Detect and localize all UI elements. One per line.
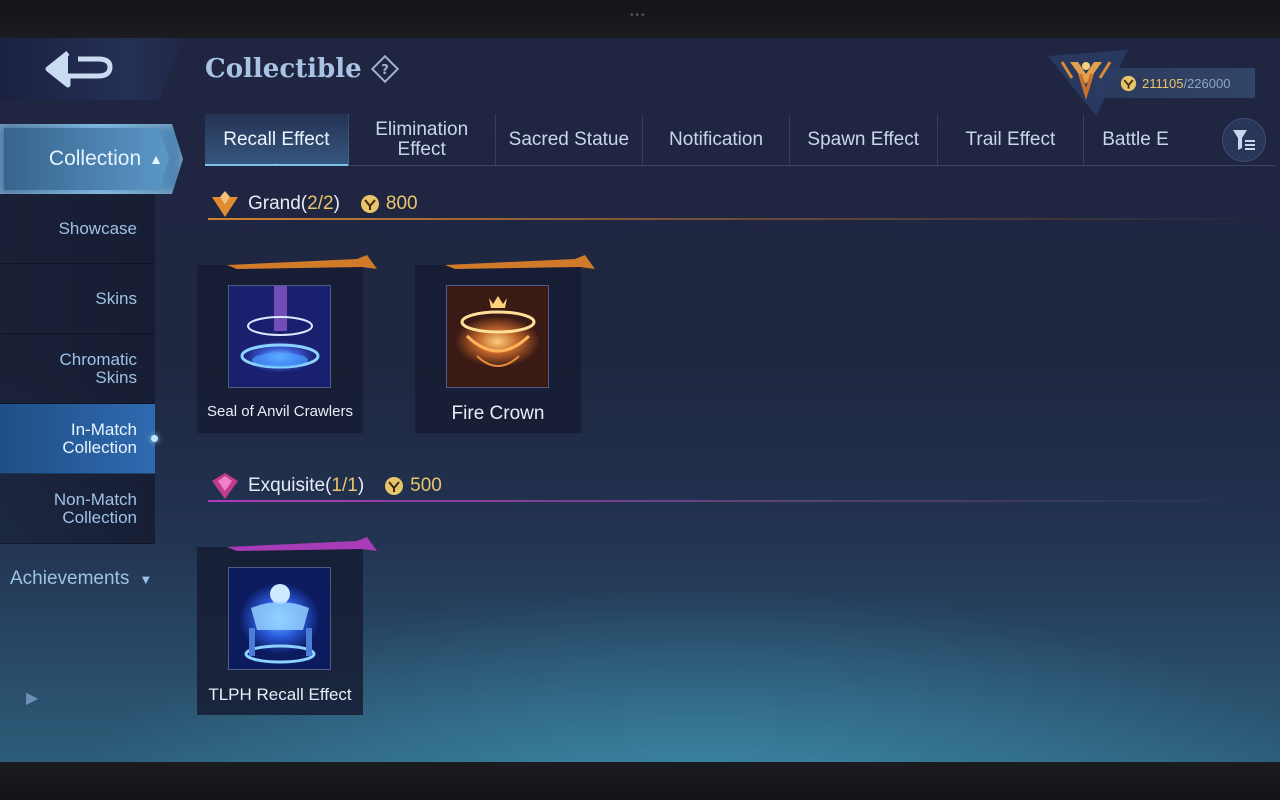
collectible-name: Seal of Anvil Crawlers [207, 403, 353, 420]
sidebar-item-showcase[interactable]: Showcase [0, 194, 155, 264]
coin-icon [385, 477, 404, 495]
collectible-card[interactable]: Seal of Anvil Crawlers [197, 255, 377, 433]
grand-tier-icon [212, 191, 238, 217]
sidebar-item-non-match-collection[interactable]: Non-Match Collection [0, 474, 155, 544]
section-title-exquisite: Exquisite(1/1) [248, 475, 365, 496]
collectible-card[interactable]: TLPH Recall Effect [197, 537, 377, 715]
tab-trail-effect[interactable]: Trail Effect [938, 114, 1085, 166]
collectible-thumbnail [446, 285, 549, 388]
grand-ribbon-icon [227, 255, 377, 269]
exquisite-tier-icon [212, 473, 238, 499]
tab-notification[interactable]: Notification [643, 114, 790, 166]
device-bezel-top: ••• [0, 0, 1280, 38]
help-icon[interactable]: ? [370, 54, 400, 84]
game-screen: Collection ▲ Showcase Skins Chromatic Sk… [0, 38, 1280, 762]
play-icon[interactable]: ▶ [26, 688, 38, 708]
filter-icon [1233, 130, 1255, 150]
tab-battle-emote[interactable]: Battle E [1084, 114, 1200, 166]
tab-sacred-statue[interactable]: Sacred Statue [496, 114, 644, 166]
collectible-card[interactable]: Fire Crown [415, 255, 595, 433]
page-title: Collectible [205, 54, 362, 84]
rank-badge-icon [1048, 50, 1128, 116]
sidebar-achievements-label: Achievements [10, 568, 130, 589]
section-header-grand: Grand(2/2) 800 [208, 186, 1268, 222]
tab-divider [205, 165, 1275, 166]
chevron-down-icon: ▼ [139, 571, 153, 587]
device-bezel-bottom [0, 762, 1280, 800]
section-price-grand: 800 [385, 193, 418, 214]
section-header-exquisite: Exquisite(1/1) 500 [208, 468, 1268, 504]
sidebar-collection-label: Collection [48, 147, 142, 170]
section-price-exquisite: 500 [410, 475, 442, 496]
back-arrow-icon [45, 51, 112, 88]
grand-ribbon-icon [445, 255, 595, 269]
sidebar-item-chromatic-skins[interactable]: Chromatic Skins [0, 334, 155, 404]
svg-text:?: ? [381, 63, 389, 78]
tab-bar: Recall Effect Elimination Effect Sacred … [205, 114, 1200, 166]
sidebar-achievements[interactable]: Achievements ▼ [0, 544, 185, 614]
filter-button[interactable] [1222, 118, 1266, 162]
tab-spawn-effect[interactable]: Spawn Effect [790, 114, 938, 166]
sidebar-item-skins[interactable]: Skins [0, 264, 155, 334]
collectible-name: TLPH Recall Effect [208, 685, 352, 704]
tab-elimination-effect[interactable]: Elimination Effect [349, 114, 496, 166]
exquisite-ribbon-icon [227, 537, 377, 551]
chevron-up-icon: ▲ [149, 151, 163, 167]
collectible-thumbnail [228, 567, 331, 670]
collectible-thumbnail [228, 285, 331, 388]
back-button[interactable] [0, 38, 185, 100]
coin-icon [360, 195, 379, 213]
section-title-grand: Grand(2/2) [248, 193, 340, 214]
collectible-name: Fire Crown [451, 403, 545, 424]
sidebar-collection-tab[interactable]: Collection ▲ [0, 124, 183, 194]
sidebar-item-in-match-collection[interactable]: In-Match Collection [0, 404, 158, 474]
tab-recall-effect[interactable]: Recall Effect [205, 114, 349, 166]
currency-max: /226000 [1183, 75, 1231, 91]
currency-current: 211105 [1142, 75, 1184, 91]
sidebar: Collection ▲ Showcase Skins Chromatic Sk… [0, 124, 185, 614]
camera-dots-icon: ••• [630, 10, 647, 21]
